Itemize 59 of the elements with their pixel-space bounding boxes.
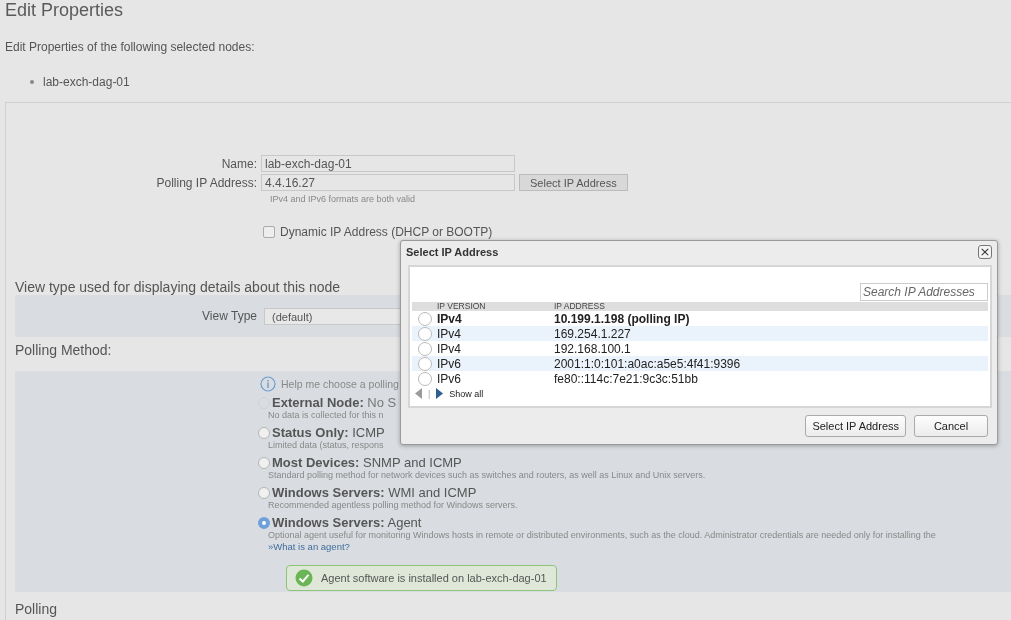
option-description: No data is collected for this n [268,410,384,421]
intro-text: Edit Properties of the following selected nodes: [5,40,256,54]
option-label: External Node: No S [272,395,397,410]
field-label: View Type [201,309,257,323]
hint-text: IPv4 and IPv6 formats are both valid [270,193,417,205]
radio-button[interactable] [258,486,270,499]
option-label: Most Devices: SNMP and ICMP [272,455,462,470]
ip-address-field[interactable]: 4.4.16.27 [261,174,515,191]
option-label: Windows Servers: Agent [272,515,422,530]
table-cell-text: IPv6 [437,371,462,386]
radio-button[interactable] [258,426,270,439]
name-field[interactable]: lab-exch-dag-01 [261,155,515,172]
radio-button[interactable] [417,371,432,386]
section-heading: View type used for displaying details about this node [15,279,341,295]
select-ip-button[interactable]: Select IP Address [519,174,628,191]
field-label: Name: [220,156,257,171]
table-cell-text: IPv4 [437,311,463,326]
table-cell-text: 169.254.1.227 [554,326,632,341]
option-label: Status Only: ICMP [272,425,385,440]
radio-button[interactable] [417,311,432,326]
info-link[interactable]: »What is an agent? [268,541,350,553]
status-text: Agent software is installed on lab-exch-dag-01 [321,572,547,584]
close-button[interactable]: × [978,245,992,259]
node-name: lab-exch-dag-01 [43,75,130,89]
option-label: Windows Servers: WMI and ICMP [272,485,477,500]
table-cell-text: IPv6 [437,356,462,371]
radio-button[interactable] [417,326,432,341]
field-label: Polling IP Address: [155,175,257,190]
table-cell-text: fe80::114c:7e21:9c3c:51bb [554,371,699,386]
bullet-icon [30,80,34,84]
table-cell-text: IPv4 [437,326,462,341]
search-field[interactable]: Search IP Addresses [860,283,988,301]
table-cell-text: 192.168.100.1 [554,341,632,356]
check-icon [295,569,313,587]
radio-button[interactable] [417,341,432,356]
previous-arrow-icon[interactable] [415,388,422,399]
table-cell-text: 2001:1:0:101:a0ac:a5e5:4f41:9396 [554,356,742,371]
section-heading: Polling Method: [15,342,112,358]
next-arrow-icon[interactable] [436,388,444,399]
checkbox-label: Dynamic IP Address (DHCP or BOOTP) [280,225,493,239]
checkbox[interactable] [263,226,275,238]
dialog-title: Select IP Address [406,246,499,258]
option-description: Limited data (status, respons [268,440,384,451]
option-description: Recommended agentless polling method for Windows servers. [268,500,518,511]
dialog-button[interactable]: Select IP Address [805,415,906,437]
section-heading: Polling [15,601,58,617]
option-description: Optional agent useful for monitoring Windows hosts in remote or distributed environments, such as the cloud. Administrator credentials are needed only for installing the [268,530,936,541]
show-all-link[interactable]: Show all [449,388,484,399]
table-cell-text: IPv4 [437,341,462,356]
info-icon [260,376,276,392]
option-description: Standard polling method for network devices such as switches and routers, as well as Linux and Unix servers. [268,470,706,481]
column-header: IP ADDRESS [554,302,606,311]
radio-button[interactable] [417,356,432,371]
page-title: Edit Properties [4,0,125,20]
pager-separator: | [428,388,431,399]
radio-button[interactable] [258,456,270,469]
radio-button[interactable] [258,516,270,529]
table-cell-text: 10.199.1.198 (polling IP) [554,311,691,326]
dialog-button[interactable]: Cancel [914,415,988,437]
